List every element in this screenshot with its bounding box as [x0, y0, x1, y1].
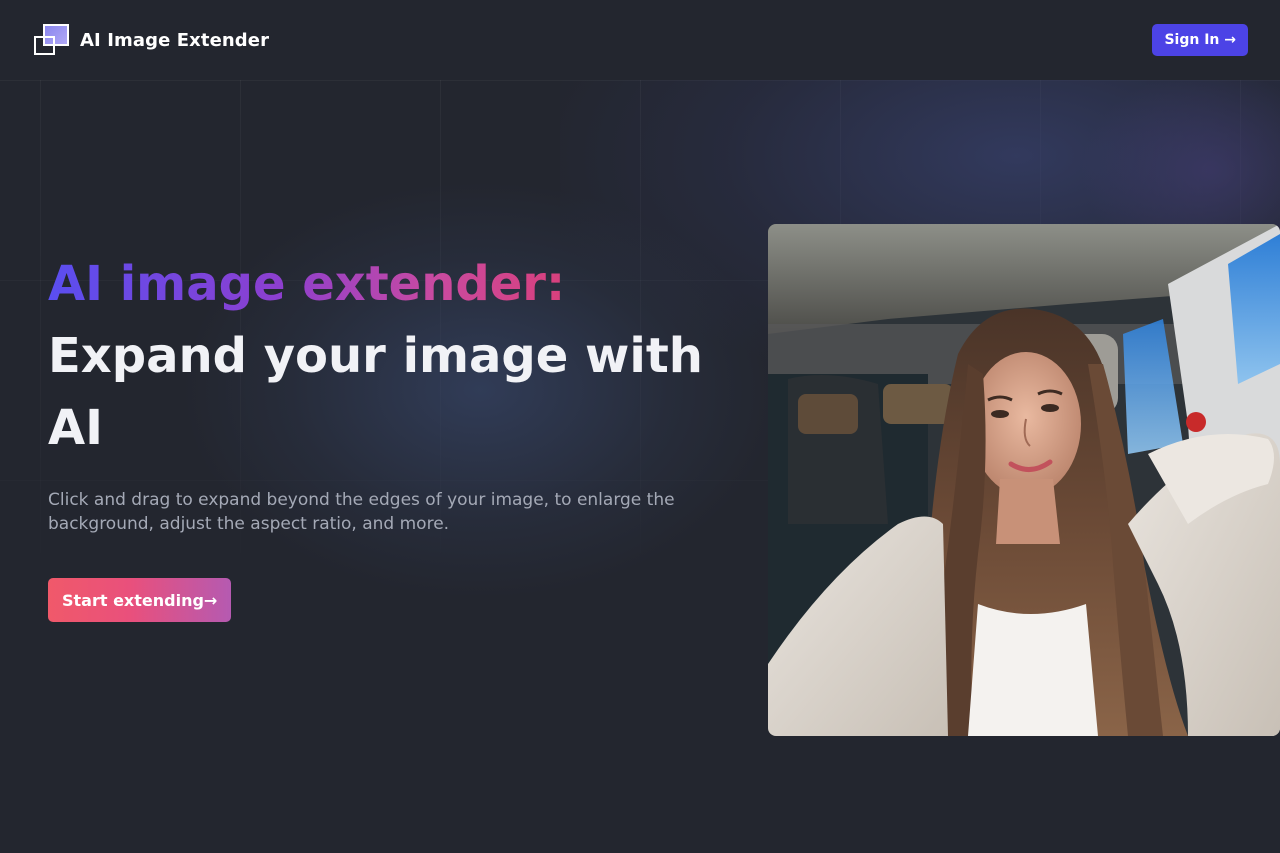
corner-artifact	[0, 847, 30, 853]
selfie-in-car-image	[768, 224, 1280, 736]
sign-in-button[interactable]: Sign In →	[1152, 24, 1248, 56]
overlapping-squares-icon	[34, 24, 69, 56]
brand-name: AI Image Extender	[80, 29, 270, 51]
headline-main-text: Expand your image with AI	[48, 328, 703, 456]
sample-photo	[768, 224, 1280, 736]
headline-gradient-text: AI image extender:	[48, 252, 565, 316]
hero-description: Click and drag to expand beyond the edge…	[48, 490, 675, 534]
start-extending-button[interactable]: Start extending→	[48, 578, 232, 622]
hero-section: AI image extender: Expand your image wit…	[48, 252, 748, 622]
hero-headline: AI image extender: Expand your image wit…	[48, 252, 748, 464]
site-header: AI Image Extender Sign In →	[0, 0, 1280, 80]
page: AI Image Extender Sign In → AI image ext…	[0, 0, 1280, 853]
brand-home-link[interactable]: AI Image Extender	[34, 24, 269, 56]
